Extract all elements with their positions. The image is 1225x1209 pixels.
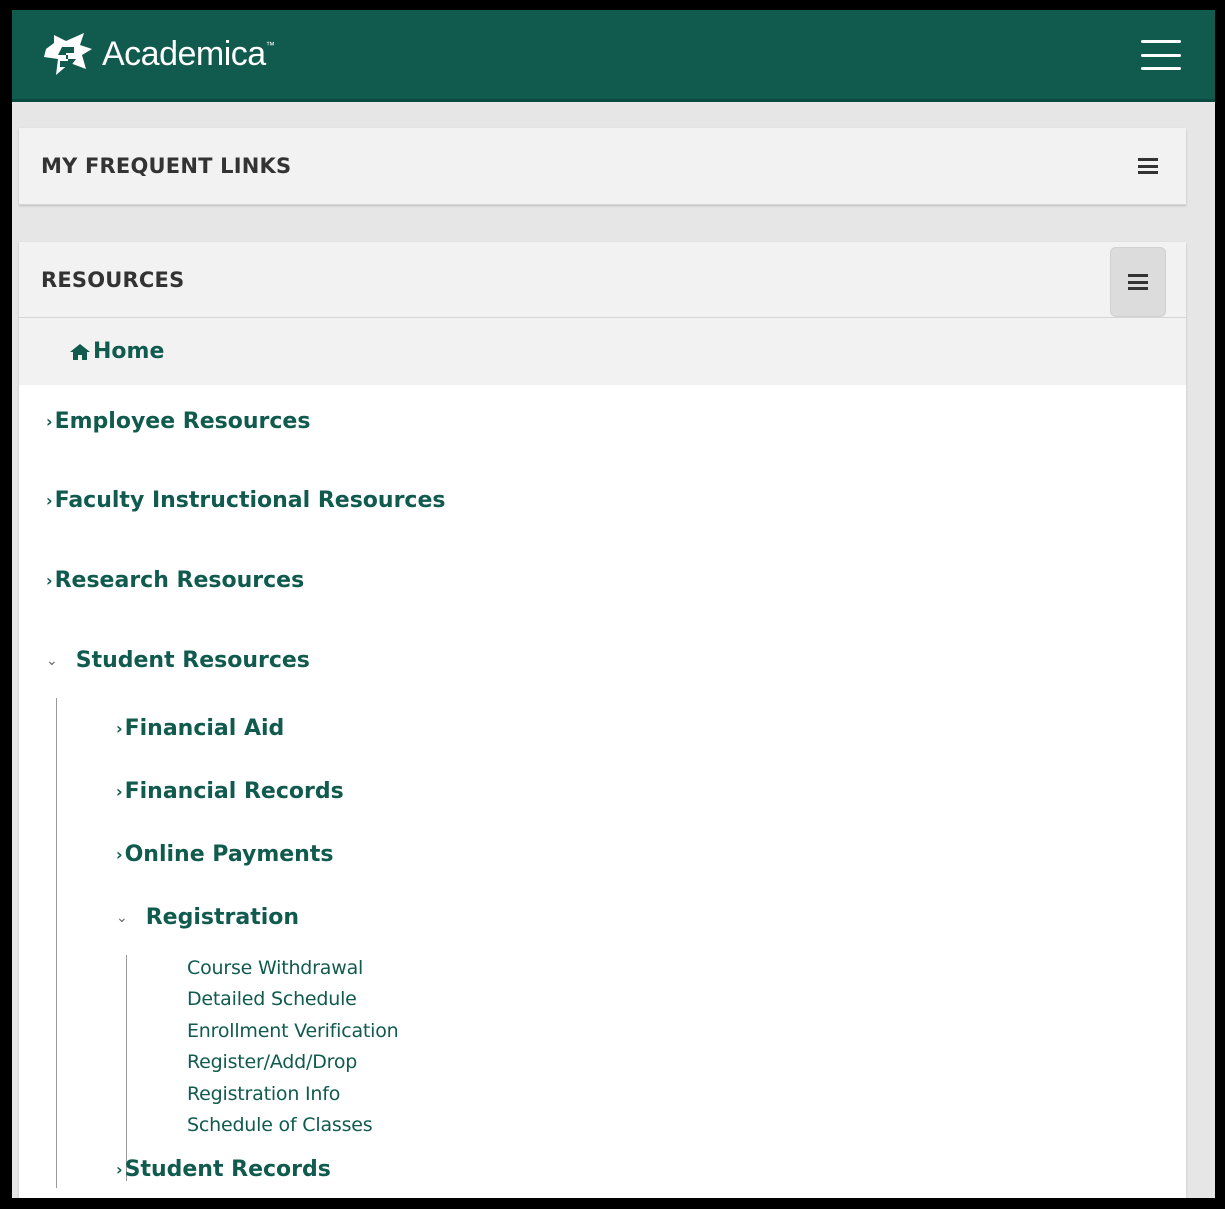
home-row: Home [19,318,1186,385]
resources-menu-button[interactable] [1110,247,1166,317]
chevron-right-icon: › [46,491,53,510]
trademark: ™ [265,40,275,51]
registration-tree-line [126,955,127,1181]
resources-title: RESOURCES [41,267,185,292]
student-resources-tree-line [56,698,57,1188]
link-enrollment-verification[interactable]: Enrollment Verification [187,1020,399,1042]
link-register-add-drop[interactable]: Register/Add/Drop [187,1051,357,1073]
chevron-right-icon: › [116,845,123,864]
nav-registration[interactable]: ⌄ Registration [116,905,299,930]
chevron-right-icon: › [116,782,123,801]
chevron-right-icon: › [46,571,53,590]
bars-icon [1128,274,1148,290]
app-frame: Academica™ MY FREQUENT LINKS RESOURCES H… [12,10,1215,1198]
academica-logo-mark-icon [40,29,96,79]
chevron-down-icon: ⌄ [116,909,128,926]
link-detailed-schedule[interactable]: Detailed Schedule [187,988,357,1010]
bars-icon[interactable] [1138,158,1158,174]
nav-research-resources[interactable]: › Research Resources [46,568,304,593]
frequent-links-header[interactable]: MY FREQUENT LINKS [19,128,1186,203]
home-link[interactable]: Home [69,339,164,364]
resources-panel: RESOURCES Home › Employee Resources › Fa… [19,242,1186,1198]
nav-financial-records[interactable]: › Financial Records [116,779,344,804]
hamburger-icon [1141,40,1181,43]
top-navbar: Academica™ [12,10,1215,102]
chevron-right-icon: › [116,1160,123,1179]
nav-online-payments[interactable]: › Online Payments [116,842,333,867]
chevron-right-icon: › [46,412,53,431]
chevron-right-icon: › [116,719,123,738]
frequent-links-title: MY FREQUENT LINKS [41,153,292,178]
frequent-links-panel: MY FREQUENT LINKS [19,128,1186,205]
nav-student-records[interactable]: › Student Records [116,1157,331,1182]
link-registration-info[interactable]: Registration Info [187,1083,340,1105]
nav-financial-aid[interactable]: › Financial Aid [116,716,284,741]
link-course-withdrawal[interactable]: Course Withdrawal [187,957,363,979]
nav-faculty-instructional-resources[interactable]: › Faculty Instructional Resources [46,488,445,513]
link-schedule-of-classes[interactable]: Schedule of Classes [187,1114,373,1136]
brand-name: Academica™ [102,34,275,73]
nav-student-resources[interactable]: ⌄ Student Resources [46,648,310,673]
main-menu-button[interactable] [1141,40,1181,70]
academica-logo[interactable]: Academica™ [40,24,275,84]
resources-header: RESOURCES [19,242,1186,318]
resources-list: › Employee Resources › Faculty Instructi… [19,385,1186,1198]
home-icon [70,343,90,360]
nav-employee-resources[interactable]: › Employee Resources [46,409,310,434]
chevron-down-icon: ⌄ [46,652,58,669]
